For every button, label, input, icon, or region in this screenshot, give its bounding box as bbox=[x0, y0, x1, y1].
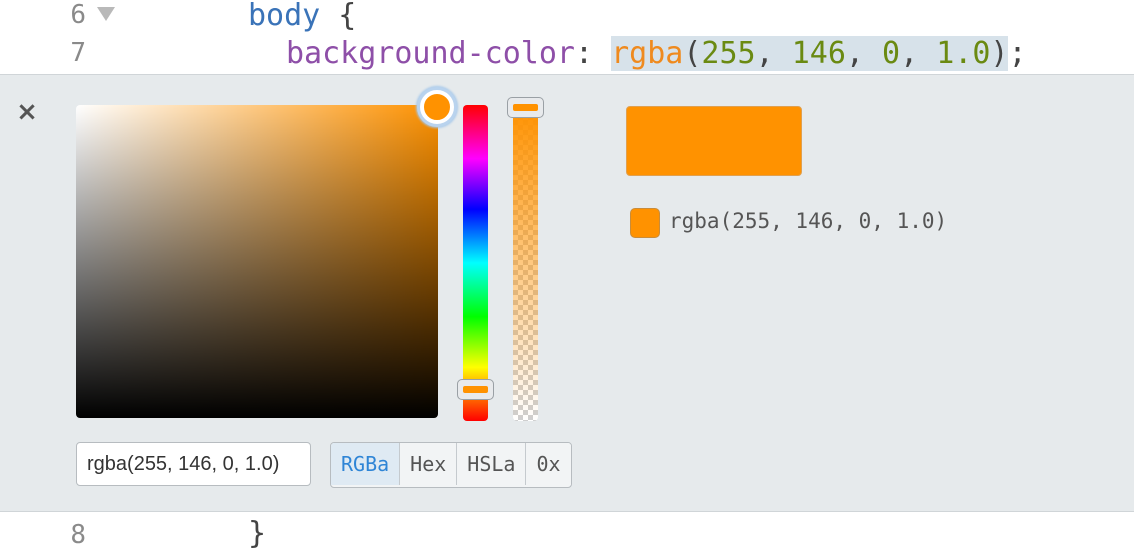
green-value: 146 bbox=[791, 36, 846, 71]
code-line-7: 7 background-color: rgba(255, 146, 0, 1.… bbox=[0, 36, 1134, 74]
colon: : bbox=[574, 36, 612, 71]
format-hex-button[interactable]: Hex bbox=[400, 443, 458, 485]
color-value-highlight[interactable]: rgba(255, 146, 0, 1.0) bbox=[611, 36, 1009, 71]
color-value-input[interactable] bbox=[76, 442, 311, 486]
close-brace: } bbox=[248, 516, 267, 551]
format-hsla-button[interactable]: HSLa bbox=[457, 443, 527, 485]
saturation-brightness-square[interactable] bbox=[76, 105, 438, 418]
open-brace: { bbox=[320, 0, 357, 33]
history-color-swatch[interactable] bbox=[630, 208, 660, 238]
opacity-slider-handle[interactable] bbox=[507, 97, 544, 118]
separator: , bbox=[900, 36, 937, 71]
alpha-value: 1.0 bbox=[936, 36, 991, 71]
format-0x-button[interactable]: 0x bbox=[526, 443, 571, 485]
css-selector: body bbox=[248, 0, 321, 33]
line-number: 7 bbox=[70, 38, 86, 68]
inline-color-picker: × RGBa Hex HSLa 0x rgba(255, 146, 0, 1.0… bbox=[0, 74, 1134, 512]
css-property: background-color bbox=[286, 36, 575, 71]
opacity-slider[interactable] bbox=[513, 105, 538, 421]
red-value: 255 bbox=[701, 36, 756, 71]
blue-value: 0 bbox=[882, 36, 901, 71]
semicolon: ; bbox=[1008, 36, 1027, 71]
close-icon[interactable]: × bbox=[14, 99, 40, 125]
code-text: } bbox=[248, 516, 266, 551]
hue-slider-handle[interactable] bbox=[457, 379, 494, 400]
open-paren: ( bbox=[683, 36, 702, 71]
fold-arrow-icon[interactable] bbox=[97, 7, 115, 21]
rgba-function: rgba bbox=[611, 36, 684, 71]
color-format-buttons: RGBa Hex HSLa 0x bbox=[330, 442, 572, 488]
code-text: body { bbox=[248, 0, 356, 33]
saturation-brightness-handle[interactable] bbox=[420, 90, 454, 124]
code-text: background-color: rgba(255, 146, 0, 1.0)… bbox=[286, 36, 1027, 71]
hue-slider[interactable] bbox=[463, 105, 488, 421]
color-preview-swatch bbox=[626, 106, 802, 176]
separator: , bbox=[755, 36, 792, 71]
history-color-label[interactable]: rgba(255, 146, 0, 1.0) bbox=[669, 209, 947, 233]
separator: , bbox=[845, 36, 883, 71]
line-number: 8 bbox=[70, 520, 86, 550]
close-paren: ) bbox=[990, 36, 1009, 71]
code-line-8: 8 } bbox=[0, 516, 1134, 554]
opacity-gradient bbox=[513, 105, 538, 421]
format-rgba-button[interactable]: RGBa bbox=[331, 443, 401, 485]
line-number: 6 bbox=[70, 0, 86, 30]
code-line-6: 6 body { bbox=[0, 0, 1134, 38]
